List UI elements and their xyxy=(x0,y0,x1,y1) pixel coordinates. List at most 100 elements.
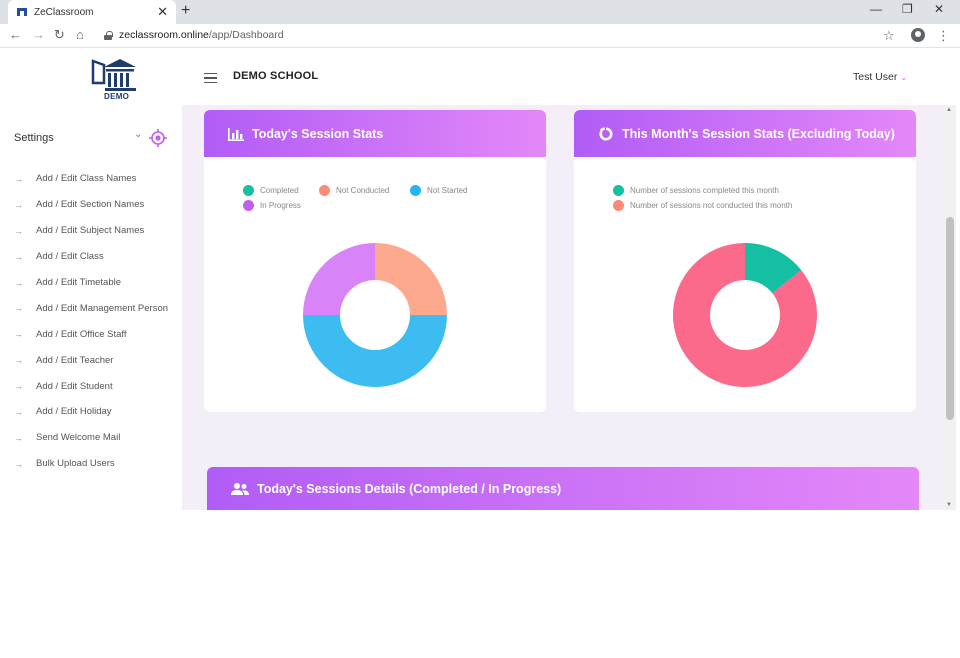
close-tab-icon[interactable]: ✕ xyxy=(157,4,168,20)
legend-swatch xyxy=(613,185,624,196)
forward-icon[interactable]: → xyxy=(32,27,45,42)
top-navbar: DEMO SCHOOL Test User ⌄ xyxy=(182,49,944,105)
card-header: This Month's Session Stats (Excluding To… xyxy=(574,110,916,157)
url-field[interactable]: zeclassroom.online/app/Dashboard xyxy=(104,29,284,41)
user-name: Test User xyxy=(853,71,898,83)
user-menu[interactable]: Test User ⌄ xyxy=(853,71,907,83)
sidebar-item-management-person[interactable]: → Add / Edit Management Person xyxy=(0,295,182,321)
arrow-right-icon: → xyxy=(14,432,23,443)
scroll-down-icon[interactable]: ▼ xyxy=(946,502,952,508)
url-host: zeclassroom.online xyxy=(119,29,209,41)
back-icon[interactable]: ← xyxy=(9,27,22,42)
donut-slice-not-conducted[interactable] xyxy=(375,243,447,315)
reload-icon[interactable]: ↻ xyxy=(54,27,65,43)
arrow-right-icon: → xyxy=(14,199,23,210)
today-session-stats-card: Today's Session Stats Completed Not Cond… xyxy=(204,110,546,412)
arrow-right-icon: → xyxy=(14,458,23,469)
sidebar-item-label: Add / Edit Class xyxy=(36,251,104,263)
bar-chart-icon xyxy=(228,127,244,141)
card-title: Today's Session Stats xyxy=(252,126,384,141)
today-donut-chart xyxy=(303,243,447,387)
new-tab-icon[interactable]: + xyxy=(181,2,190,20)
donut-slice-not-started[interactable] xyxy=(303,315,447,387)
page-scrollbar[interactable]: ▲ ▼ xyxy=(944,105,956,510)
sidebar-item-label: Bulk Upload Users xyxy=(36,458,115,470)
legend-swatch xyxy=(613,200,624,211)
scrollbar-thumb[interactable] xyxy=(946,217,954,420)
school-name: DEMO SCHOOL xyxy=(233,70,319,82)
legend-label: Number of sessions not conducted this mo… xyxy=(630,201,793,210)
sidebar-item-holiday[interactable]: → Add / Edit Holiday xyxy=(0,399,182,425)
sidebar-item-teacher[interactable]: → Add / Edit Teacher xyxy=(0,347,182,373)
home-icon[interactable]: ⌂ xyxy=(76,27,84,42)
arrow-right-icon: → xyxy=(14,173,23,184)
card-header: Today's Session Stats xyxy=(204,110,546,157)
sidebar-item-office-staff[interactable]: → Add / Edit Office Staff xyxy=(0,321,182,347)
scroll-up-icon[interactable]: ▲ xyxy=(946,107,952,113)
settings-heading[interactable]: Settings xyxy=(14,132,54,144)
logo-text: DEMO xyxy=(104,92,130,101)
account-icon[interactable] xyxy=(911,28,925,42)
arrow-right-icon: → xyxy=(14,251,23,262)
sidebar-item-label: Add / Edit Office Staff xyxy=(36,328,127,340)
month-session-stats-card: This Month's Session Stats (Excluding To… xyxy=(574,110,916,412)
donut-chart-icon xyxy=(599,126,613,141)
more-menu-icon[interactable]: ⋮ xyxy=(937,28,950,44)
site-favicon-icon xyxy=(16,6,28,18)
sidebar-item-label: Add / Edit Teacher xyxy=(36,354,114,366)
sidebar-item-label: Add / Edit Subject Names xyxy=(36,225,145,237)
sidebar-item-label: Add / Edit Section Names xyxy=(36,199,145,211)
sidebar-item-label: Add / Edit Timetable xyxy=(36,277,122,288)
sidebar-item-label: Send Welcome Mail xyxy=(36,432,121,444)
arrow-right-icon: → xyxy=(14,303,23,314)
minimize-icon[interactable]: — xyxy=(870,2,882,16)
browser-tab[interactable]: ZeClassroom ✕ xyxy=(8,0,176,24)
sidebar-item-label: Add / Edit Holiday xyxy=(36,406,112,418)
sidebar-item-class[interactable]: → Add / Edit Class xyxy=(0,244,182,270)
legend-item-completed-month[interactable]: Number of sessions completed this month xyxy=(613,185,903,196)
restore-icon[interactable]: ❐ xyxy=(902,2,913,16)
legend-item-completed[interactable]: Completed xyxy=(243,185,319,196)
legend-label: Number of sessions completed this month xyxy=(630,186,779,195)
legend-swatch xyxy=(243,200,254,211)
legend-label: Not Conducted xyxy=(336,186,390,195)
legend-item-not-conducted[interactable]: Not Conducted xyxy=(319,185,410,196)
legend-swatch xyxy=(243,185,254,196)
sidebar-item-class-names[interactable]: → Add / Edit Class Names xyxy=(0,166,182,192)
sidebar-item-student[interactable]: → Add / Edit Student xyxy=(0,373,182,399)
crosshair-icon[interactable] xyxy=(149,129,167,147)
main-content: Today's Session Stats Completed Not Cond… xyxy=(182,49,944,510)
legend-label: Not Started xyxy=(427,186,468,195)
browser-tab-strip: ZeClassroom ✕ + — ❐ ✕ xyxy=(0,0,960,24)
settings-menu: → Add / Edit Class Names → Add / Edit Sect… xyxy=(0,166,182,477)
sidebar-item-label: Add / Edit Student xyxy=(36,380,113,392)
sidebar-item-label: Add / Edit Class Names xyxy=(36,173,137,185)
url-path: /app/Dashboard xyxy=(208,29,284,41)
sidebar-item-welcome-mail[interactable]: → Send Welcome Mail xyxy=(0,425,182,451)
legend-item-not-started[interactable]: Not Started xyxy=(410,185,480,196)
chart-legend: Number of sessions completed this month … xyxy=(613,185,903,215)
today-session-details-card: Today's Sessions Details (Completed / In… xyxy=(207,467,919,510)
hamburger-menu-icon[interactable] xyxy=(204,73,217,83)
donut-slice-in-progress[interactable] xyxy=(303,243,375,315)
legend-swatch xyxy=(319,185,330,196)
chevron-down-icon[interactable]: ⌄ xyxy=(134,129,142,140)
month-donut-chart xyxy=(673,243,817,387)
arrow-right-icon: → xyxy=(14,277,23,288)
legend-item-not-conducted-month[interactable]: Number of sessions not conducted this mo… xyxy=(613,200,903,211)
chevron-down-icon: ⌄ xyxy=(900,73,908,82)
close-window-icon[interactable]: ✕ xyxy=(934,2,944,16)
tab-title: ZeClassroom xyxy=(34,6,94,18)
legend-swatch xyxy=(410,185,421,196)
legend-label: In Progress xyxy=(260,201,301,210)
sidebar-item-timetable[interactable]: → Add / Edit Timetable xyxy=(0,270,182,296)
legend-item-in-progress[interactable]: In Progress xyxy=(243,200,343,211)
card-header: Today's Sessions Details (Completed / In… xyxy=(207,467,919,510)
sidebar-item-section-names[interactable]: → Add / Edit Section Names xyxy=(0,192,182,218)
sidebar-item-subject-names[interactable]: → Add / Edit Subject Names xyxy=(0,218,182,244)
chart-legend: Completed Not Conducted Not Started In P… xyxy=(243,185,483,215)
sidebar-item-bulk-upload[interactable]: → Bulk Upload Users xyxy=(0,451,182,477)
sidebar: DEMO Settings ⌄ → Add / Edit Class Names … xyxy=(0,49,182,510)
card-title: Today's Sessions Details (Completed / In… xyxy=(257,481,562,496)
bookmark-star-icon[interactable]: ☆ xyxy=(883,28,895,44)
